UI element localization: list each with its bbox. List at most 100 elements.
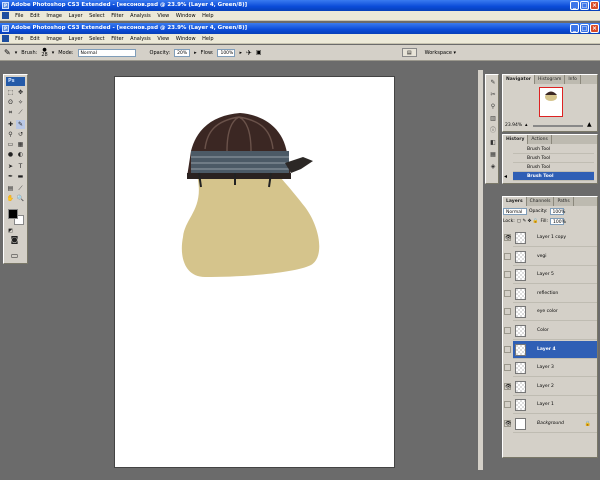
history-item[interactable]: Brush Tool [513,154,594,163]
hand-tool-icon[interactable]: ✋ [6,194,15,203]
screen-mode-icon[interactable]: ▭ [10,251,19,260]
brush-chevron-icon[interactable]: ▾ [52,45,55,61]
menu-analysis[interactable]: Analysis [128,34,154,44]
styles-palette-icon[interactable]: ◈ [489,163,497,171]
eyedropper-icon[interactable]: ⟋ [16,184,25,193]
layer-row[interactable]: 👁 Background 🔒 [504,415,597,433]
menu-view[interactable]: View [155,34,172,44]
color-palette-icon[interactable]: ◧ [489,139,497,147]
foreground-color-swatch[interactable] [8,209,18,219]
layer-row[interactable]: Layer 1 [504,396,597,415]
opacity-slider-icon[interactable]: ▸ [194,45,197,61]
clone-stamp-icon[interactable]: ⚲ [6,130,15,139]
magic-wand-icon[interactable]: ✧ [16,98,25,107]
workspace-button[interactable]: Workspace ▾ [421,45,460,61]
visibility-eye-icon[interactable] [504,252,511,260]
menu-help[interactable]: Help [200,34,216,44]
tab-actions[interactable]: Actions [528,135,552,144]
blend-mode-select[interactable]: Normal [503,208,527,215]
visibility-eye-icon[interactable] [504,345,511,353]
path-selection-icon[interactable]: ➤ [6,162,15,171]
tab-navigator[interactable]: Navigator [503,75,535,84]
close-icon[interactable]: × [590,24,599,33]
minimize-icon[interactable]: _ [570,24,579,33]
tab-layers[interactable]: Layers [503,197,527,206]
layer-opacity-field[interactable]: 100% [549,208,565,215]
menu-image[interactable]: Image [44,11,65,21]
menu-file[interactable]: File [13,11,26,21]
clone-source-icon[interactable]: ⚲ [489,103,497,111]
brushes-palette-icon[interactable]: ✎ [489,79,497,87]
history-brush-icon[interactable]: ↺ [16,130,25,139]
lock-icons[interactable]: ▢ ✎ ✥ 🔒 [517,218,539,226]
marquee-tool-icon[interactable]: ⬚ [6,88,15,97]
tab-channels[interactable]: Channels [527,197,555,206]
history-item[interactable]: Brush Tool [513,163,594,172]
notes-tool-icon[interactable]: ▤ [6,184,15,193]
menu-edit[interactable]: Edit [28,34,43,44]
restore-icon[interactable]: □ [580,24,589,33]
layer-comps-icon[interactable]: ▥ [489,115,497,123]
visibility-eye-icon[interactable] [504,308,511,316]
swatches-palette-icon[interactable]: ▦ [489,151,497,159]
tablet-icon[interactable]: ▣ [256,45,262,61]
tool-preset-chevron-icon[interactable]: ▾ [15,45,18,61]
history-item-selected[interactable]: Brush Tool [513,172,594,181]
menu-view[interactable]: View [155,11,172,21]
app-menu-icon[interactable] [2,12,9,19]
menu-help[interactable]: Help [200,11,216,21]
visibility-eye-icon[interactable] [504,327,511,334]
close-icon[interactable]: × [590,1,599,10]
brush-preset-picker[interactable]: ● 28 [41,47,47,58]
pen-tool-icon[interactable]: ✒ [6,172,15,181]
gradient-tool-icon[interactable]: ▦ [16,140,25,149]
zoom-out-icon[interactable]: ▴ [525,122,528,128]
shape-tool-icon[interactable]: ▬ [16,172,25,181]
layer-row[interactable]: Layer 5 [504,266,597,285]
layer-row[interactable]: Color [504,322,597,340]
eraser-icon[interactable]: ▭ [6,140,15,149]
menu-window[interactable]: Window [173,11,198,21]
brush-tool-icon[interactable]: ✎ [4,45,11,61]
slice-tool-icon[interactable]: ⟋ [16,108,25,117]
brush-tool-icon[interactable]: ✎ [16,120,25,129]
tool-presets-icon[interactable]: ✂ [489,91,497,99]
layer-row[interactable]: Layer 4 [504,340,597,359]
zoom-in-icon[interactable]: ▲ [587,121,592,128]
menu-select[interactable]: Select [87,11,107,21]
layer-row[interactable]: reflection [504,284,597,303]
menu-layer[interactable]: Layer [66,34,85,44]
layer-row[interactable]: vegi [504,247,597,266]
visibility-eye-icon[interactable]: 👁 [504,420,511,427]
menu-layer[interactable]: Layer [66,11,85,21]
visibility-eye-icon[interactable] [504,271,511,279]
minimize-icon[interactable]: _ [570,1,579,10]
opacity-field[interactable]: 20% [174,48,191,57]
visibility-eye-icon[interactable]: 👁 [504,234,511,241]
menu-filter[interactable]: Filter [109,11,126,21]
history-item[interactable]: Brush Tool [513,145,594,154]
menu-select[interactable]: Select [87,34,107,44]
tab-paths[interactable]: Paths [554,197,574,206]
menu-window[interactable]: Window [173,34,198,44]
visibility-eye-icon[interactable] [504,364,511,372]
navigator-thumbnail[interactable] [539,87,563,117]
menu-filter[interactable]: Filter [109,34,126,44]
document-canvas[interactable] [114,76,395,468]
zoom-slider[interactable] [533,125,583,127]
layer-row[interactable]: Layer 3 [504,359,597,378]
tab-history[interactable]: History [503,135,529,144]
visibility-eye-icon[interactable] [504,289,511,297]
fill-field[interactable]: 100% [550,218,566,225]
menu-edit[interactable]: Edit [28,11,43,21]
maximize-icon[interactable]: □ [580,1,589,10]
menu-image[interactable]: Image [44,34,65,44]
quick-mask-icon[interactable]: ◙ [10,235,19,244]
dock-divider[interactable] [478,70,483,470]
photoshop-logo[interactable]: Ps [6,77,25,86]
zoom-tool-icon[interactable]: 🔍 [16,194,25,203]
flow-field[interactable]: 100% [217,48,236,57]
doc-menu-icon[interactable] [2,35,9,42]
dodge-tool-icon[interactable]: ◐ [16,150,25,159]
mode-select[interactable]: Normal [77,48,136,57]
